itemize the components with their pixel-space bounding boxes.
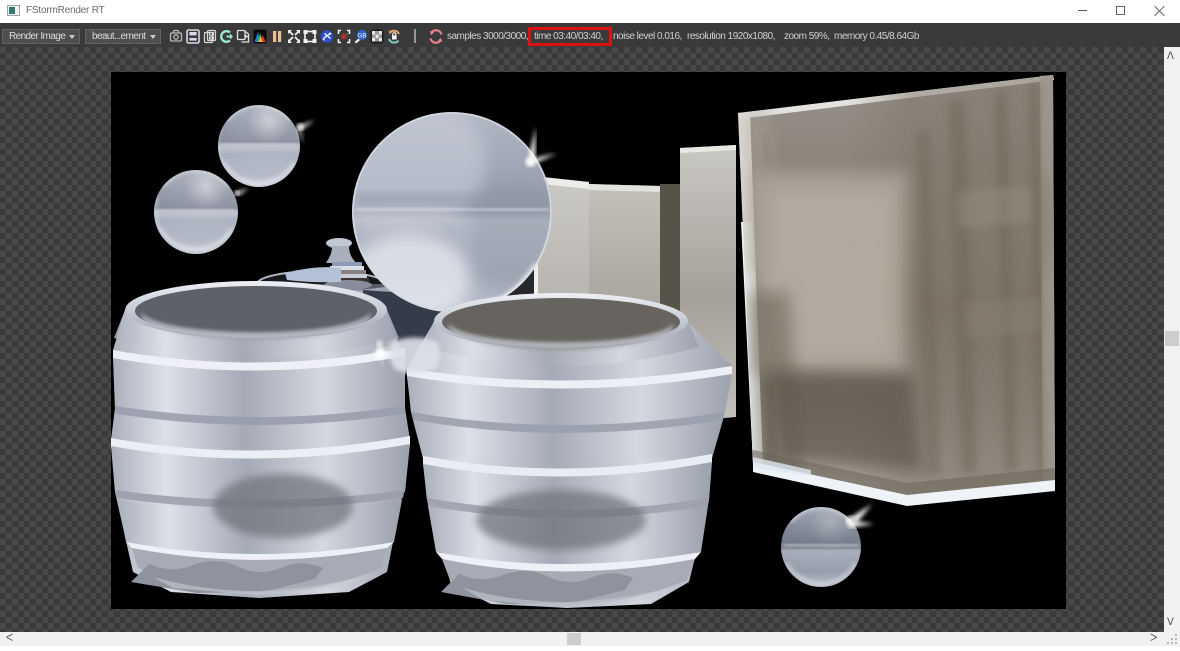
svg-text:GB: GB — [358, 33, 367, 39]
